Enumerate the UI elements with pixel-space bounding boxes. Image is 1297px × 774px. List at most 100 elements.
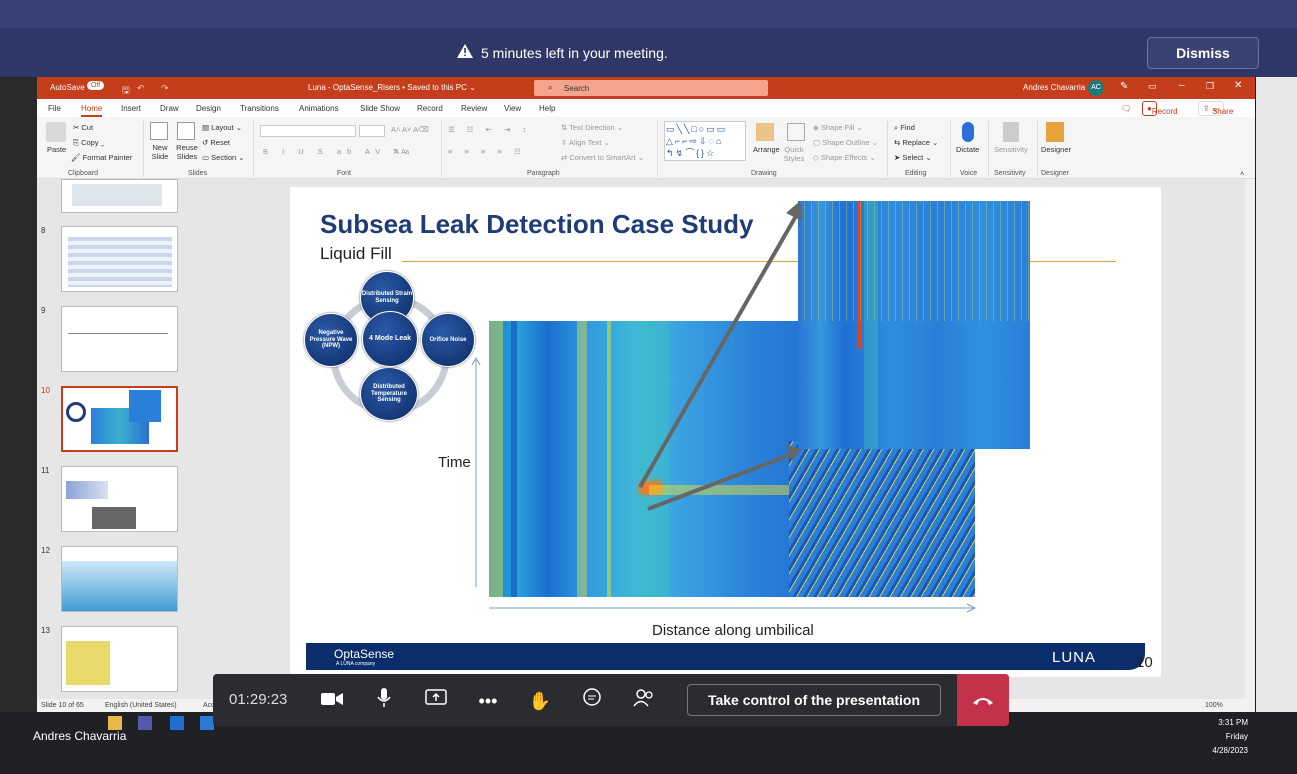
format-painter-button[interactable]: 🖌 Format Painter [71,153,132,162]
list-icons[interactable]: ☰ ☷ ⇤ ⇥ ↕ [448,125,531,134]
menu-draw[interactable]: Draw [160,104,179,113]
menu-slide-show[interactable]: Slide Show [360,104,400,113]
language-indicator[interactable]: English (United States) [105,702,177,709]
text-direction-button[interactable]: ⇅ Text Direction ⌄ [561,123,623,132]
cut-button[interactable]: ✂ Cut [73,123,93,132]
file-explorer-icon[interactable] [108,716,122,730]
replace-button[interactable]: ⇆ Replace ⌄ [894,138,938,147]
dictate-button[interactable]: Dictate [956,145,979,154]
participants-icon[interactable] [631,688,657,714]
separator [950,121,951,177]
shapes-gallery[interactable]: ▭╲╲□○▭▭ △⌐⌐⇨⇩◌⌂ ↰↯⌒{}☆ [664,121,746,161]
menu-design[interactable]: Design [196,104,221,113]
select-button[interactable]: ➤ Select ⌄ [894,153,932,162]
dismiss-button[interactable]: Dismiss [1147,37,1259,69]
zoom-level[interactable]: 100% [1205,702,1223,709]
paste-icon[interactable] [46,122,66,142]
pen-icon[interactable]: ✎ [1120,81,1128,92]
minimize-icon[interactable]: – [1179,80,1185,91]
share-screen-icon[interactable] [423,688,449,714]
copy-button[interactable]: ⎘ Copy ⌄ [73,138,104,148]
find-label: Find [900,123,915,132]
reset-label: Reset [210,138,230,147]
camera-icon[interactable] [319,688,345,714]
menu-review[interactable]: Review [461,104,487,113]
designer-button[interactable]: Designer [1041,145,1071,154]
outlook-icon[interactable] [170,716,184,730]
microphone-icon[interactable] [371,688,397,714]
menu-transitions[interactable]: Transitions [240,104,279,113]
clock-day: Friday [1225,732,1248,741]
slide-canvas[interactable]: Subsea Leak Detection Case Study Liquid … [290,187,1161,677]
microphone-icon[interactable] [962,122,974,142]
new-slide-icon[interactable] [150,122,168,140]
reset-button[interactable]: ↺ Reset [202,138,230,147]
menu-insert[interactable]: Insert [121,104,141,113]
arrange-icon[interactable] [756,123,774,141]
reuse-slides-button[interactable]: Reuse Slides [175,143,199,161]
convert-smartart-button[interactable]: ⇄ Convert to SmartArt ⌄ [561,153,644,162]
align-text-button[interactable]: ⇳ Align Text ⌄ [561,138,610,147]
save-icon[interactable]: 🖫 [122,83,130,99]
taskbar-clock[interactable]: 3:31 PM Friday 4/28/2023 [1200,716,1248,758]
font-color-icon[interactable]: ✎ A [393,147,406,156]
app-icon[interactable] [200,716,214,730]
collapse-ribbon-icon[interactable]: ˄ [1240,169,1244,178]
find-button[interactable]: ⌕ Find [894,123,915,133]
more-options-icon[interactable]: ••• [475,688,501,714]
designer-icon[interactable] [1046,122,1064,142]
shape-fill-button[interactable]: ◈ Shape Fill ⌄ [813,123,863,132]
redo-icon[interactable]: ↷ [161,83,169,94]
ribbon-display-icon[interactable]: ▭ [1148,81,1157,92]
hang-up-button[interactable] [957,674,1009,726]
slide-thumbnail[interactable] [61,179,178,213]
quick-styles-icon[interactable] [787,123,805,141]
paste-button[interactable]: Paste [47,145,66,154]
record-button[interactable]: ● Record [1142,101,1178,116]
quick-styles-button[interactable]: Quick Styles [783,145,805,163]
sensitivity-icon[interactable] [1003,122,1019,142]
autosave-toggle[interactable]: Off [87,81,105,90]
new-slide-button[interactable]: New Slide [148,143,172,161]
menu-help[interactable]: Help [539,104,555,113]
shape-effects-button[interactable]: ◇ Shape Effects ⌄ [813,153,876,162]
menu-view[interactable]: View [504,104,521,113]
menu-animations[interactable]: Animations [299,104,339,113]
teams-icon[interactable] [138,716,152,730]
menu-file[interactable]: File [48,104,61,113]
slide-thumbnail-selected[interactable] [61,386,178,452]
search-box[interactable]: ⌕ Search [534,80,768,96]
comments-icon[interactable]: 🗨 [1121,104,1131,113]
restore-icon[interactable]: ❐ [1206,81,1214,92]
chat-icon[interactable] [579,688,605,714]
slide-thumbnail[interactable] [61,226,178,292]
arrange-button[interactable]: Arrange [753,145,780,154]
separator [1037,121,1038,177]
meeting-control-bar: 01:29:23 ••• ✋ Take control of the prese… [213,674,1009,726]
slide-thumbnail[interactable] [61,466,178,532]
reuse-slides-icon[interactable] [177,122,195,140]
menu-record[interactable]: Record [417,104,443,113]
slide-thumbnail[interactable] [61,626,178,692]
slides-group-label: Slides [188,170,208,177]
share-button[interactable]: ⇪ Share ⌄ [1198,101,1233,116]
font-name-dropdown[interactable] [260,125,356,137]
font-size-dropdown[interactable] [359,125,385,137]
designer-group-label: Designer [1041,170,1070,177]
shape-outline-button[interactable]: ▢ Shape Outline ⌄ [813,138,878,147]
slide-scrollbar[interactable] [1245,179,1255,699]
raise-hand-icon[interactable]: ✋ [527,688,553,714]
undo-icon[interactable]: ↶ [137,83,145,94]
user-avatar[interactable]: AC [1088,80,1104,96]
sensitivity-button[interactable]: Sensitivity [994,145,1028,154]
slide-thumbnail[interactable] [61,306,178,372]
slide-editor: Subsea Leak Detection Case Study Liquid … [205,179,1245,699]
layout-button[interactable]: ▤ Layout ⌄ [202,123,242,132]
section-button[interactable]: ▭ Section ⌄ [202,153,245,162]
take-control-button[interactable]: Take control of the presentation [687,684,941,716]
menu-home[interactable]: Home [81,104,103,117]
close-icon[interactable]: ✕ [1234,80,1242,91]
grow-font-icon[interactable]: A˄ A˅ A⌫ [391,125,429,134]
align-icons[interactable]: ≡ ≡ ≡ ≡ ☷ [448,147,526,156]
slide-thumbnail[interactable] [61,546,178,612]
